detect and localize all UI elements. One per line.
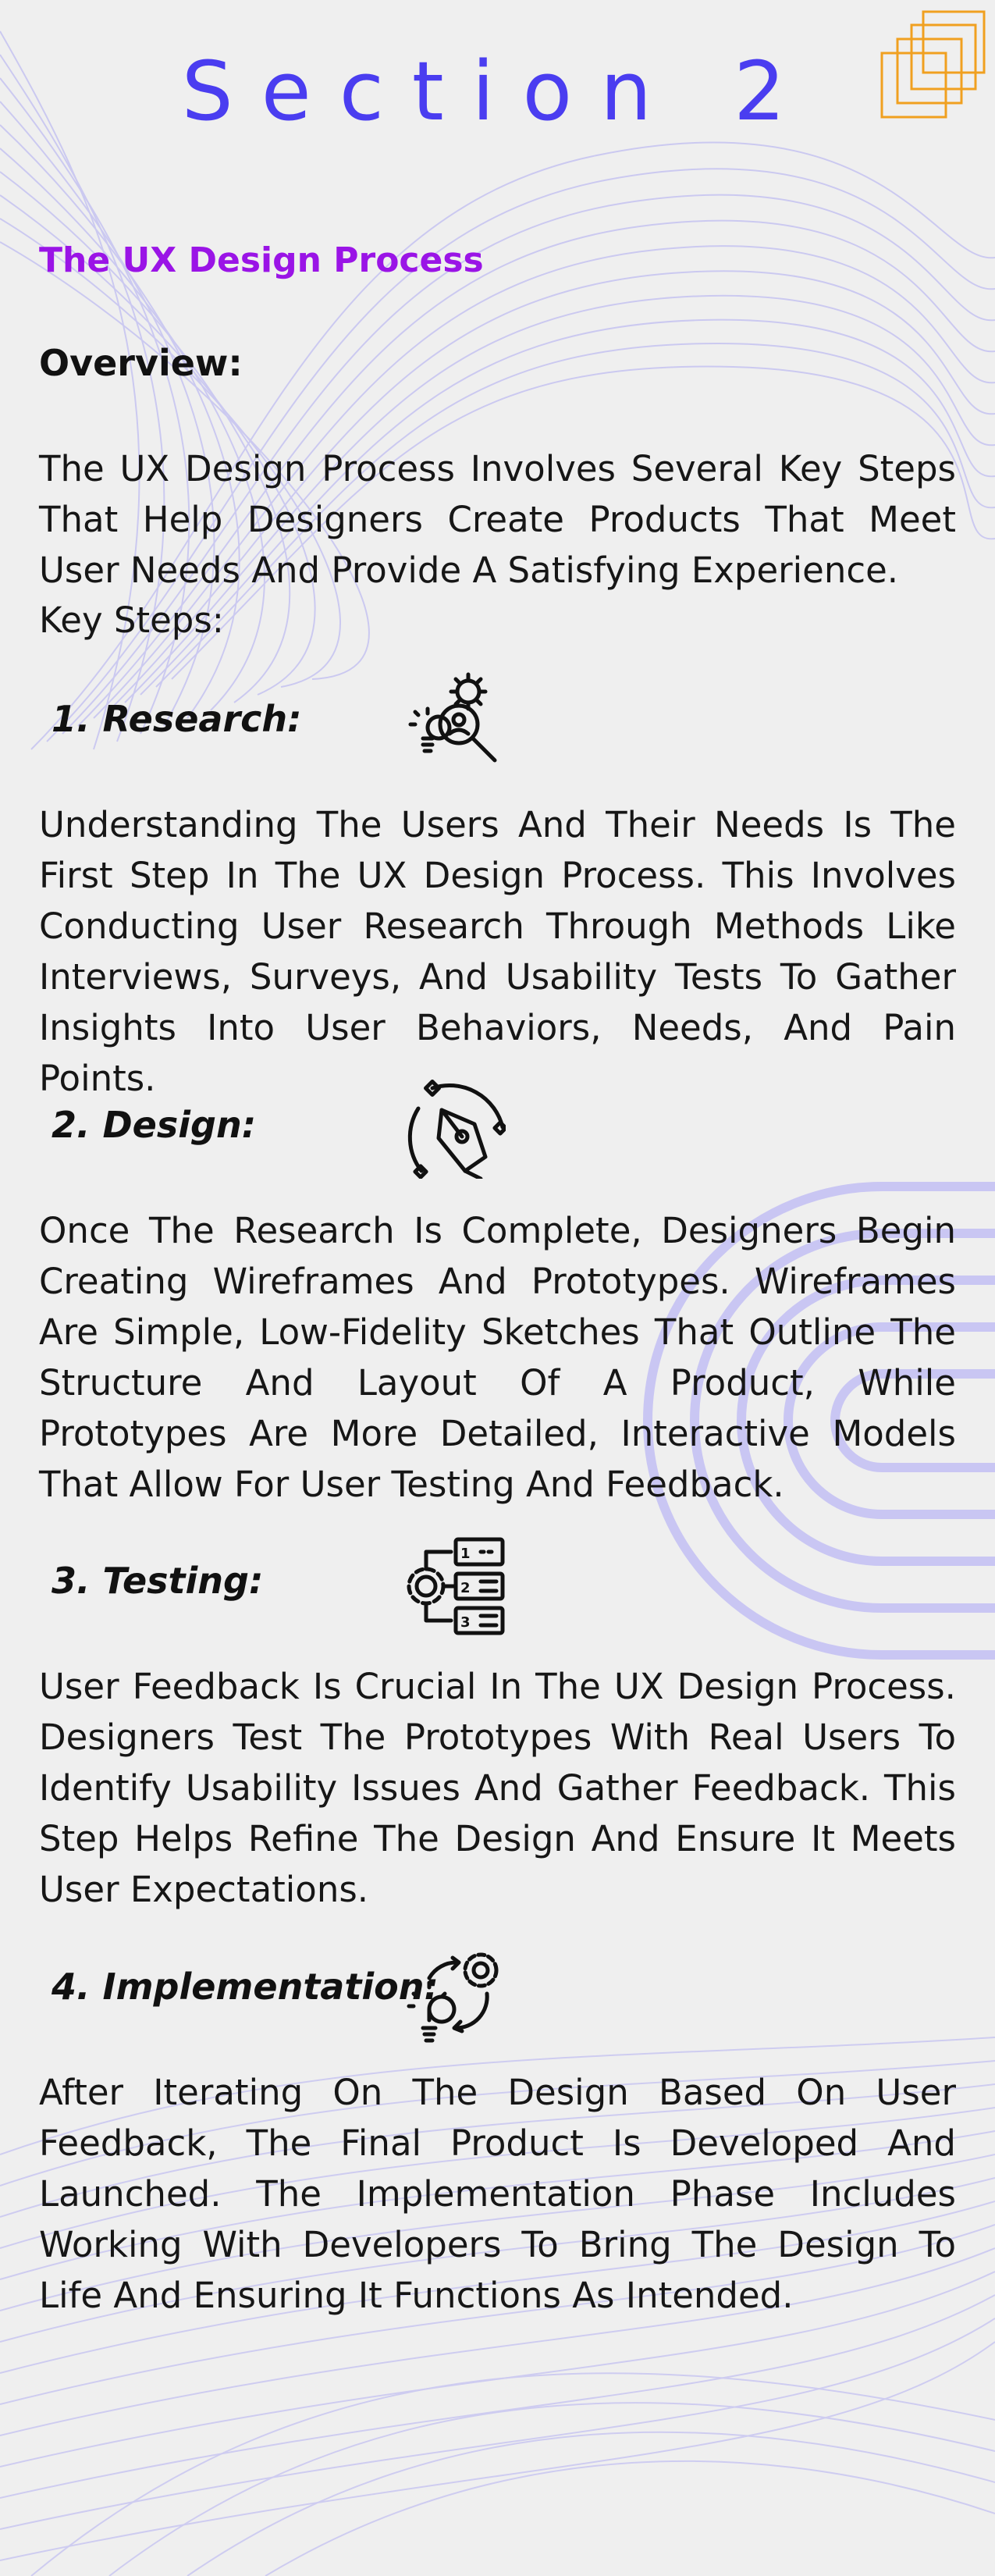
step-3-text: User Feedback Is Crucial In The UX Desig… — [39, 1666, 956, 1910]
main-heading: The UX Design Process — [39, 240, 484, 280]
key-steps-label: Key Steps: — [39, 600, 224, 641]
overview-heading: Overview: — [39, 342, 243, 384]
step-1-text: Understanding The Users And Their Needs … — [39, 804, 956, 1099]
checklist-label-2: 2 — [460, 1580, 471, 1596]
idea-gear-cycle-icon — [407, 1952, 499, 2043]
step-1-heading: 1. Research: — [52, 698, 302, 740]
page: Section 2 The UX Design Process Overview… — [0, 0, 995, 2576]
pen-tool-icon — [407, 1080, 506, 1179]
step-2-text: Once The Research Is Complete, Designers… — [39, 1210, 956, 1505]
step-2-heading: 2. Design: — [52, 1104, 257, 1146]
document-content: Section 2 The UX Design Process Overview… — [0, 0, 995, 2576]
section-title: Section 2 — [181, 44, 814, 139]
step-3-heading: 3. Testing: — [52, 1560, 264, 1602]
checklist-label-3: 3 — [460, 1614, 471, 1631]
stacked-squares-logo-icon — [880, 10, 986, 119]
step-4-text: After Iterating On The Design Based On U… — [39, 2072, 956, 2316]
research-icon — [408, 672, 497, 763]
checklist-gear-icon: 1 2 3 — [407, 1537, 505, 1635]
overview-text: The UX Design Process Involves Several K… — [39, 448, 956, 591]
checklist-label-1: 1 — [460, 1546, 471, 1562]
step-4-heading: 4. Implementation: — [52, 1966, 439, 2008]
